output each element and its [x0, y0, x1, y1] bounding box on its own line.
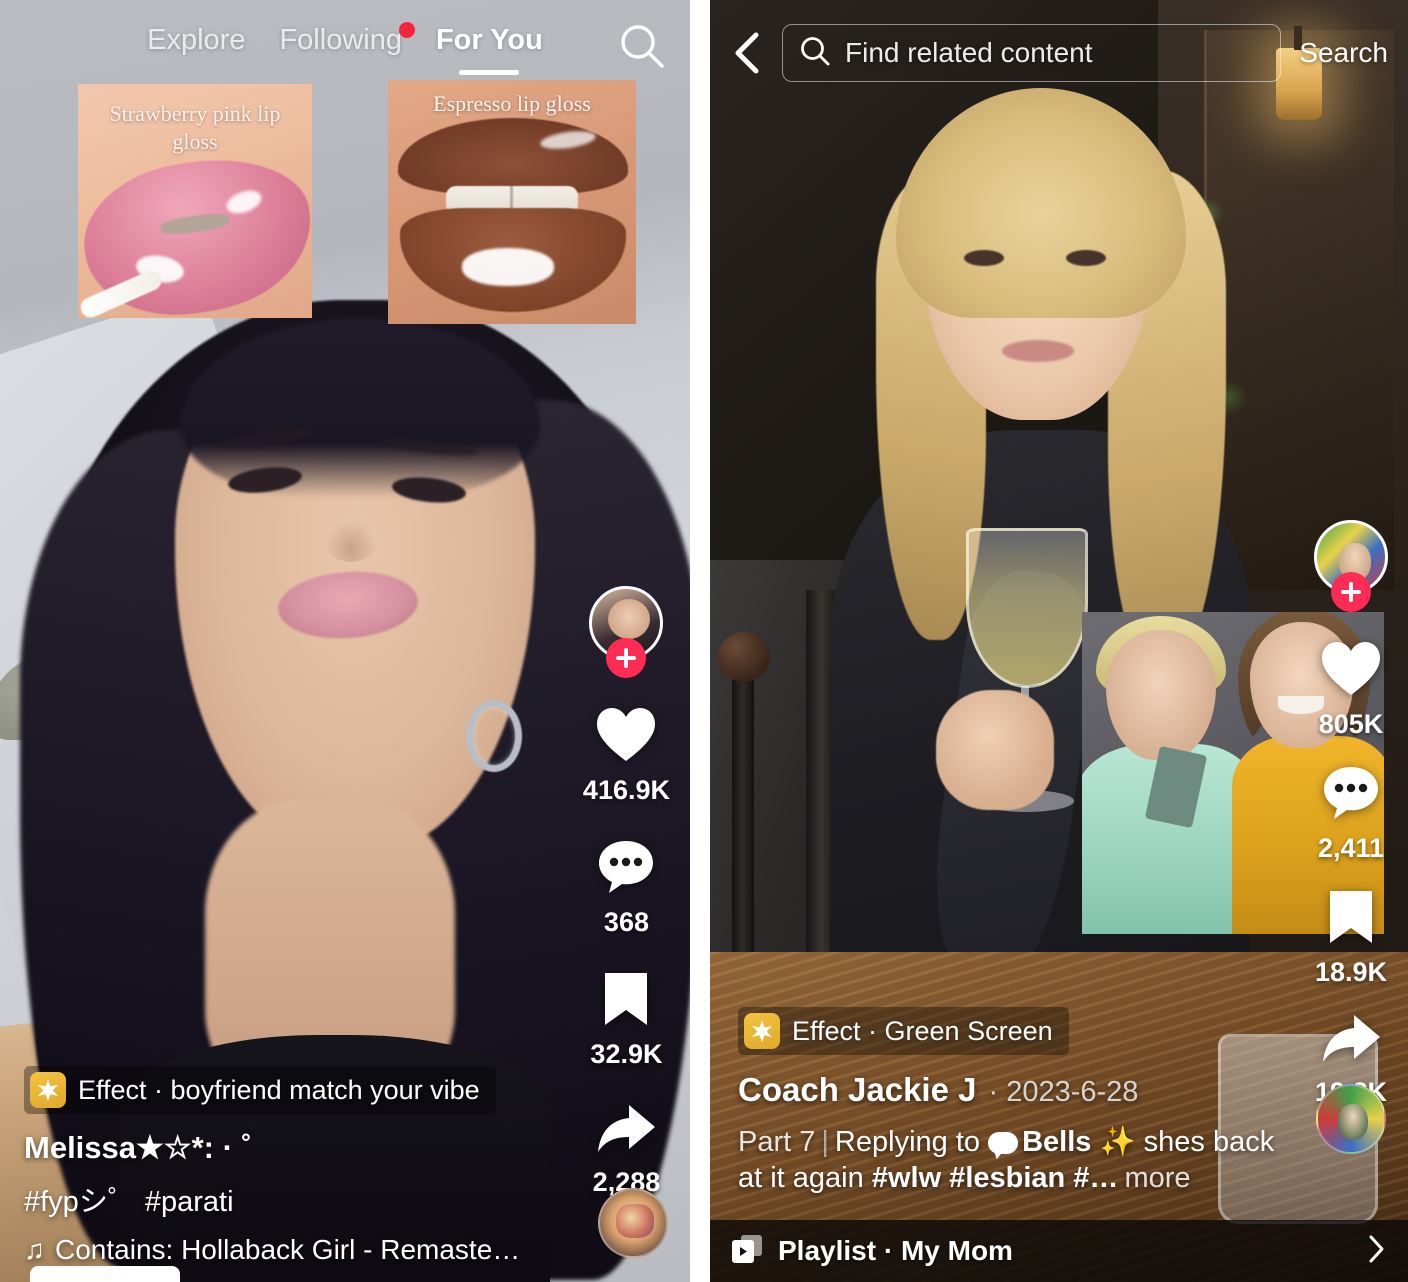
tab-explore-label: Explore: [147, 24, 246, 56]
right-action-rail: 805K 2,411 18.9K: [1314, 520, 1388, 1132]
avatar[interactable]: [1314, 520, 1388, 612]
share-button[interactable]: 2,288: [593, 1102, 660, 1198]
effect-label: Effect · boyfriend match your vibe: [78, 1074, 480, 1105]
music-note-icon: ♫: [24, 1234, 45, 1265]
desc-body-1: shes: [1143, 1126, 1205, 1159]
heart-icon: [595, 706, 657, 769]
effect-chip[interactable]: Effect · Green Screen: [738, 1007, 1069, 1056]
right-video-panel[interactable]: Find related content Search 805K 2,411 1…: [710, 0, 1408, 1282]
music-row[interactable]: ♫ Contains: Hollaback Girl - Remaste…: [24, 1234, 584, 1266]
author-name[interactable]: Melissa★☆*: · ˚: [24, 1130, 584, 1166]
comment-icon: [1321, 764, 1381, 827]
search-placeholder: Find related content: [845, 37, 1093, 68]
playlist-label: Playlist · My Mom: [778, 1235, 1013, 1266]
effect-label: Effect · Green Screen: [792, 1015, 1053, 1046]
comment-icon: [596, 838, 656, 901]
bookmark-button[interactable]: 18.9K: [1315, 888, 1387, 988]
music-disc-avatar[interactable]: [1316, 1084, 1386, 1154]
music-disc-avatar[interactable]: [598, 1188, 668, 1258]
heart-icon: [1320, 640, 1382, 703]
search-input[interactable]: Find related content: [782, 24, 1282, 82]
left-caption-block: Effect · boyfriend match your vibe Melis…: [24, 1066, 584, 1266]
chevron-right-icon[interactable]: [1366, 1233, 1388, 1270]
like-count: 805K: [1318, 709, 1384, 739]
author-row: Coach Jackie J · 2023-6-28: [738, 1071, 1298, 1109]
effect-sparkle-icon: [744, 1013, 780, 1050]
home-indicator: [30, 1266, 180, 1282]
hashtags[interactable]: #fypシ゜ #parati: [24, 1178, 584, 1220]
bookmark-button[interactable]: 32.9K: [590, 970, 662, 1070]
comment-bubble-icon: [988, 1132, 1019, 1155]
bookmark-icon: [601, 970, 651, 1033]
related-content-search-bar: Find related content Search: [710, 22, 1408, 84]
effect-chip[interactable]: Effect · boyfriend match your vibe: [24, 1066, 496, 1114]
desc-part: Part 7: [738, 1126, 816, 1159]
left-ui-overlay: Explore Following For You 416.9K 368 32.…: [0, 0, 690, 1282]
like-count: 416.9K: [582, 775, 670, 805]
desc-reply-user: Bells ✨: [1022, 1126, 1136, 1159]
avatar[interactable]: [589, 586, 664, 678]
left-video-panel[interactable]: Strawberry pink lip gloss Espresso lip g…: [0, 0, 690, 1282]
music-title: Contains: Hollaback Girl - Remaste…: [55, 1234, 521, 1265]
left-action-rail: 416.9K 368 32.9K 2,288: [583, 586, 670, 1230]
playlist-icon: [730, 1233, 764, 1270]
tab-explore[interactable]: Explore: [147, 24, 245, 57]
bookmark-count: 32.9K: [590, 1039, 663, 1069]
comment-count: 2,411: [1317, 833, 1385, 863]
desc-hashtags[interactable]: #wlw #lesbian #…: [872, 1162, 1119, 1194]
desc-replying-to: Replying to: [834, 1126, 981, 1159]
follow-button[interactable]: [1331, 572, 1371, 612]
search-button[interactable]: Search: [1299, 37, 1388, 69]
like-button[interactable]: 416.9K: [583, 706, 670, 806]
right-caption-block: Effect · Green Screen Coach Jackie J · 2…: [738, 1007, 1298, 1196]
right-ui-overlay: Find related content Search 805K 2,411 1…: [710, 0, 1408, 1282]
video-description[interactable]: Part 7 | Replying to Bells ✨ shes back at …: [738, 1125, 1298, 1196]
comment-count: 368: [603, 907, 649, 937]
post-date: · 2023-6-28: [988, 1076, 1139, 1109]
author-name[interactable]: Coach Jackie J: [738, 1071, 976, 1109]
more-link[interactable]: more: [1124, 1162, 1190, 1194]
chevron-left-icon[interactable]: [726, 29, 770, 77]
share-arrow-icon: [1320, 1012, 1382, 1071]
bookmark-icon: [1326, 888, 1376, 951]
tab-following[interactable]: Following: [279, 22, 415, 57]
search-icon[interactable]: [616, 20, 668, 72]
bookmark-count: 18.9K: [1314, 957, 1388, 987]
tiktok-dual-screenshot: Strawberry pink lip gloss Espresso lip g…: [0, 0, 1408, 1282]
tab-for-you[interactable]: For You: [436, 24, 543, 57]
comment-button[interactable]: 2,411: [1318, 764, 1384, 864]
like-button[interactable]: 805K: [1318, 640, 1384, 740]
following-notification-dot: [398, 22, 415, 38]
comment-button[interactable]: 368: [596, 838, 656, 938]
follow-button[interactable]: [606, 638, 647, 678]
tab-following-label: Following: [279, 24, 402, 56]
share-arrow-icon: [595, 1102, 657, 1161]
effect-sparkle-icon: [30, 1072, 66, 1108]
tab-for-you-label: For You: [435, 24, 543, 56]
top-navigation: Explore Following For You: [0, 22, 690, 57]
playlist-bar[interactable]: Playlist · My Mom: [710, 1220, 1408, 1282]
search-icon: [799, 35, 831, 72]
panel-divider: [690, 0, 710, 1282]
